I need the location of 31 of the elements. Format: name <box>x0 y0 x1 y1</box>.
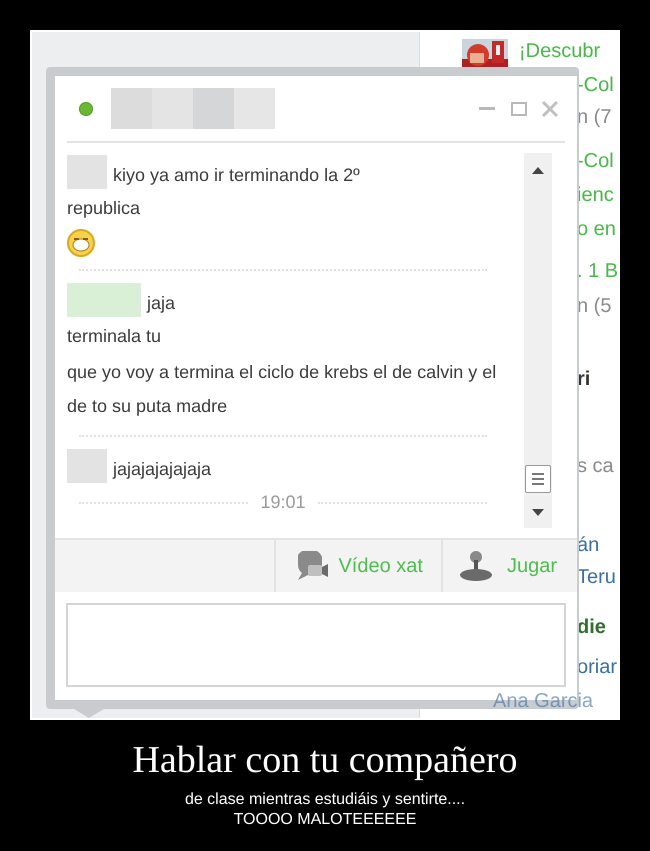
sidebar-text[interactable]: án <box>577 532 600 558</box>
maximize-icon[interactable] <box>511 102 527 116</box>
minimize-icon[interactable] <box>479 106 495 110</box>
sidebar-text[interactable]: ienc <box>577 182 614 208</box>
sidebar-text[interactable]: -Col <box>577 72 614 98</box>
timestamp: 19:01 <box>260 491 306 514</box>
message-text: jajajajajajaja <box>113 458 212 481</box>
game-button[interactable]: Jugar <box>440 540 577 592</box>
scroll-down-icon[interactable] <box>532 509 544 516</box>
scroll-up-icon[interactable] <box>532 167 544 174</box>
sidebar-text[interactable]: die <box>577 614 606 640</box>
sidebar-text[interactable]: ¡Descubr <box>519 38 600 64</box>
message-input[interactable] <box>66 603 566 687</box>
message-text: que yo voy a termina el ciclo de krebs el de calvin y el de to su puta madre <box>67 361 498 418</box>
poster-title: Hablar con tu compañero <box>132 738 518 782</box>
scroll-thumb[interactable] <box>525 465 551 493</box>
sidebar-text[interactable]: Ana Garcia <box>493 688 594 714</box>
scrollbar[interactable] <box>524 153 552 528</box>
poster-caption: de clase mientras estudiáis y sentirte.... <box>184 790 466 810</box>
sidebar-text[interactable]: oriar <box>577 654 618 680</box>
video-chat-button[interactable]: Vídeo xat <box>274 540 441 592</box>
joystick-icon <box>458 550 493 582</box>
message-text: jaja <box>147 292 176 315</box>
sidebar-text[interactable]: -Col <box>577 148 614 174</box>
message-text: terminala tu <box>67 325 162 348</box>
sidebar-text[interactable]: . 1 B <box>577 258 618 284</box>
close-icon[interactable] <box>541 100 559 118</box>
message-text: kiyo ya amo ir terminando la 2º <box>113 164 360 187</box>
poster-caption: TOOOO MALOTEEEEEE <box>234 810 416 830</box>
message-text: republica <box>67 197 142 220</box>
sidebar-text[interactable]: Teru <box>577 564 616 590</box>
